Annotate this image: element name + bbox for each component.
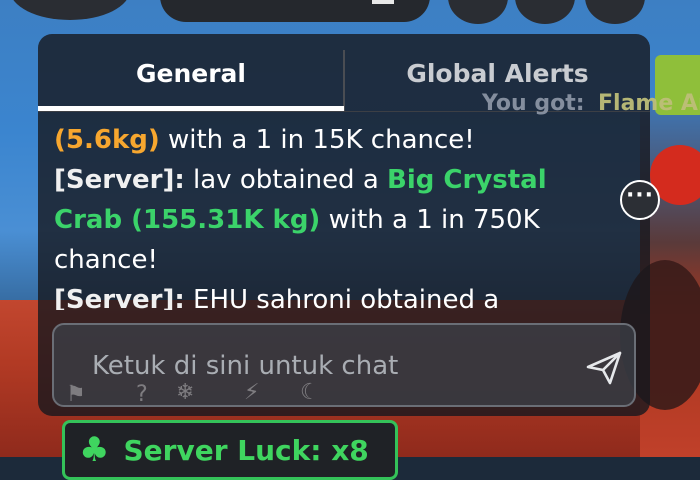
message-text: lav obtained a [184, 165, 388, 195]
notification-you-got: You got: [482, 91, 585, 116]
tab-general[interactable]: General [38, 34, 344, 112]
chat-message: [Server]: EHU sahroni obtained a [54, 280, 614, 310]
server-luck-badge[interactable]: ♣ Server Luck: x8 [62, 420, 398, 480]
message-text: with a 1 in 15K chance! [159, 125, 475, 155]
snowflake-icon[interactable]: ❄ [176, 380, 194, 405]
item-weight: (5.6kg) [54, 125, 160, 155]
server-luck-label: Server Luck: x8 [123, 433, 369, 467]
paper-plane-icon[interactable] [582, 345, 626, 389]
chat-input[interactable] [90, 325, 564, 407]
server-prefix: [Server]: [54, 285, 185, 310]
ellipsis-icon: ··· [625, 183, 655, 208]
bell-icon[interactable]: ⚑ [66, 382, 86, 407]
more-options-button[interactable]: ··· [620, 180, 660, 220]
chat-message: (5.6kg) with a 1 in 15K chance! [54, 120, 614, 160]
help-icon[interactable]: ? [136, 382, 148, 407]
message-text: EHU sahroni obtained a [184, 285, 500, 310]
top-hud-icon [372, 0, 394, 4]
moon-icon[interactable]: ☾ [300, 380, 320, 405]
clover-icon: ♣ [79, 430, 110, 470]
notification-item: Flame Ar [598, 91, 700, 116]
server-prefix: [Server]: [54, 165, 185, 195]
lightning-icon[interactable]: ⚡ [244, 380, 259, 405]
chat-messages[interactable]: (5.6kg) with a 1 in 15K chance! [Server]… [54, 120, 614, 310]
chat-message: [Server]: lav obtained a Big Crystal Cra… [54, 160, 614, 280]
